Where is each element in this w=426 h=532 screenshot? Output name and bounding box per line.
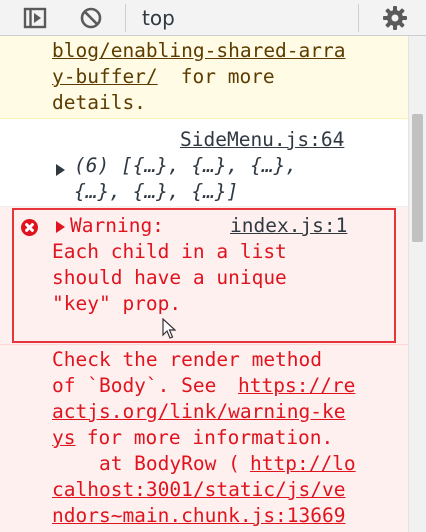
stack-frame-link[interactable]: ndors~main.chunk.js:13669 bbox=[52, 503, 346, 529]
mouse-pointer-icon bbox=[162, 318, 176, 339]
error-text: Check the render method bbox=[52, 348, 323, 371]
scrollbar-thumb[interactable] bbox=[412, 114, 423, 242]
stack-frame-link[interactable]: http://lo bbox=[250, 451, 356, 477]
console-messages: blog/enabling-shared-arra y-buffer/ for … bbox=[0, 36, 408, 532]
source-link-index[interactable]: index.js:1 bbox=[230, 213, 347, 239]
source-link-sidemenu[interactable]: SideMenu.js:64 bbox=[180, 127, 344, 153]
warning-link-text[interactable]: blog/enabling-shared-arra bbox=[52, 38, 346, 64]
error-text: of `Body`. See bbox=[52, 374, 229, 397]
key-prop-warning-detail: Check the render method of `Body`. See h… bbox=[0, 345, 408, 532]
toolbar-divider bbox=[125, 4, 126, 32]
error-text: should have a unique bbox=[52, 266, 287, 289]
execution-context-selector[interactable]: top bbox=[142, 4, 175, 32]
warning-link-text[interactable]: y-buffer/ bbox=[52, 64, 158, 90]
error-text: Each child in a list bbox=[52, 240, 287, 263]
clear-console-icon[interactable] bbox=[76, 3, 106, 33]
sidebar-toggle-icon[interactable] bbox=[20, 3, 50, 33]
console-log-message: SideMenu.js:64 (6) [{…}, {…}, {…}, {…}, … bbox=[0, 119, 408, 207]
react-docs-link[interactable]: actjs.org/link/warning-ke bbox=[52, 399, 346, 425]
array-preview[interactable]: {…}, {…}, {…}] bbox=[74, 179, 238, 205]
console-scrollbar[interactable] bbox=[408, 36, 426, 532]
gear-icon[interactable] bbox=[380, 3, 410, 33]
toolbar-divider bbox=[358, 4, 359, 32]
expand-triangle-icon[interactable] bbox=[56, 164, 65, 176]
expand-triangle-icon[interactable] bbox=[56, 221, 65, 233]
warning-label: Warning: bbox=[70, 214, 164, 237]
console-toolbar: top bbox=[0, 0, 426, 36]
array-preview[interactable]: (6) [{…}, {…}, {…}, bbox=[74, 153, 297, 179]
react-docs-link[interactable]: ys bbox=[52, 425, 75, 451]
error-text: "key" prop. bbox=[52, 292, 182, 315]
stack-frame-link[interactable]: calhost:3001/static/js/ve bbox=[52, 477, 346, 503]
deprecation-warning-message: blog/enabling-shared-arra y-buffer/ for … bbox=[0, 36, 408, 119]
warning-text: for more bbox=[169, 65, 275, 88]
error-icon bbox=[21, 219, 38, 236]
stack-frame-text: at BodyRow ( bbox=[52, 452, 240, 475]
key-prop-warning-message: Warning: index.js:1 Each child in a list… bbox=[0, 207, 408, 345]
error-text: for more information. bbox=[75, 426, 334, 449]
warning-text: details. bbox=[52, 91, 146, 114]
react-docs-link[interactable]: https://re bbox=[238, 373, 355, 399]
